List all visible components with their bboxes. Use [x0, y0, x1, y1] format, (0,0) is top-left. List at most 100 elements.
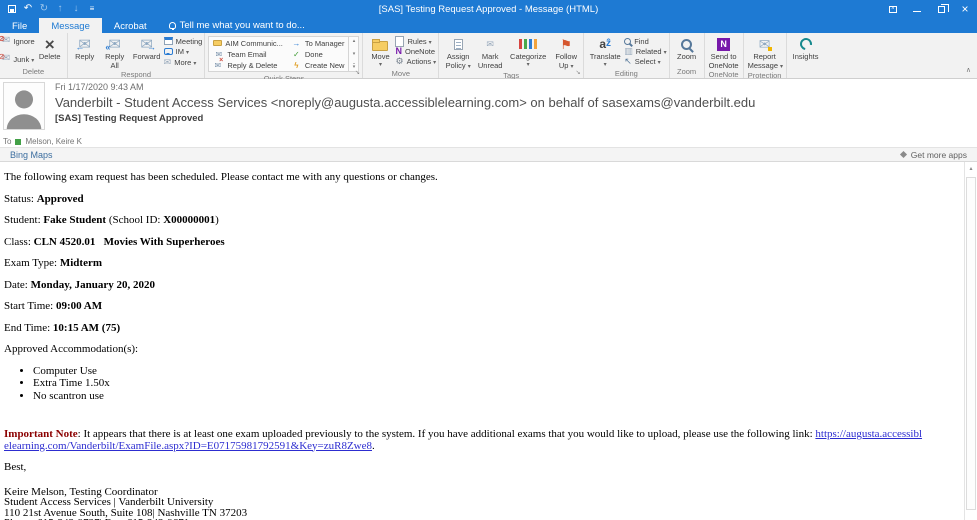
tab-file[interactable]: File	[0, 18, 39, 33]
tell-me-box[interactable]: Tell me what you want to do...	[168, 18, 305, 33]
message-header: Fri 1/17/2020 9:43 AM Vanderbilt - Stude…	[0, 79, 977, 147]
accommodation-item: Extra Time 1.50x	[33, 377, 922, 390]
collapse-ribbon-icon[interactable]	[966, 59, 971, 77]
signature-block: Keire Melson, Testing Coordinator Student…	[4, 486, 922, 520]
quick-step-item[interactable]: Create New	[291, 60, 345, 70]
select-button[interactable]: Select	[624, 56, 666, 66]
ribbon-group-onenote: Send to OneNote OneNote	[705, 33, 744, 79]
window-title: [SAS] Testing Request Approved - Message…	[378, 3, 599, 15]
follow-up-button[interactable]: Follow Up	[551, 34, 581, 71]
to-manager-arrow-icon	[291, 39, 302, 48]
delete-button[interactable]: Delete	[35, 34, 65, 67]
reply-button[interactable]: Reply	[70, 34, 100, 70]
quick-step-item[interactable]: Reply & Delete	[213, 60, 283, 70]
quick-step-label: To Manager	[304, 38, 345, 48]
zoom-button[interactable]: Zoom	[672, 34, 702, 67]
scroll-up-icon[interactable]	[965, 162, 977, 176]
quick-steps-scroll-down-icon[interactable]	[353, 51, 356, 57]
ribbon-group-zoom: Zoom Zoom	[670, 33, 705, 78]
redo-icon[interactable]	[37, 2, 51, 16]
insights-label: Insights	[792, 52, 819, 61]
ribbon-group-protection: Report Message Protection	[744, 33, 787, 80]
forward-label: Forward	[132, 52, 161, 61]
mark-unread-icon	[486, 40, 494, 49]
ignore-button[interactable]: Ignore	[2, 36, 35, 46]
body-field-line: Status: Approved	[4, 192, 84, 205]
addin-bar: Bing Maps Get more apps	[0, 147, 977, 162]
tab-acrobat[interactable]: Acrobat	[102, 18, 159, 33]
categorize-button[interactable]: Categorize	[505, 34, 551, 71]
tags-dialog-launcher-icon[interactable]	[574, 68, 582, 77]
quick-step-item[interactable]: Team Email	[213, 49, 283, 59]
quick-step-item[interactable]: AIM Communic...	[213, 38, 283, 48]
quick-steps-dialog-launcher-icon[interactable]	[353, 68, 361, 77]
get-more-apps[interactable]: Get more apps	[899, 150, 967, 160]
forward-button[interactable]: Forward	[130, 34, 164, 70]
bing-maps-addin[interactable]: Bing Maps	[10, 150, 53, 160]
quick-step-item[interactable]: To Manager	[291, 38, 345, 48]
mark-unread-button[interactable]: Mark Unread	[475, 34, 505, 71]
quick-step-label: AIM Communic...	[225, 38, 283, 48]
find-button[interactable]: Find	[624, 36, 666, 46]
assign-policy-button[interactable]: Assign Policy	[441, 34, 475, 71]
restore-icon[interactable]	[929, 0, 953, 18]
insights-button[interactable]: Insights	[789, 34, 823, 67]
ribbon-display-options-icon[interactable]	[881, 0, 905, 18]
tab-message[interactable]: Message	[39, 18, 102, 33]
onenote-button[interactable]: OneNote	[395, 46, 436, 56]
scrollbar-thumb[interactable]	[966, 177, 976, 510]
quick-step-label: Reply & Delete	[227, 60, 278, 70]
customize-quick-access-toolbar-icon[interactable]	[85, 2, 99, 16]
onenote-n-icon	[717, 37, 731, 51]
quick-access-toolbar	[0, 2, 99, 16]
close-icon[interactable]	[953, 0, 977, 18]
ribbon-group-quick-steps: AIM Communic...Team EmailReply & Delete T…	[205, 33, 364, 83]
body-field-line: Approved Accommodation(s):	[4, 343, 139, 355]
body-field-line: Exam Type: Midterm	[4, 257, 103, 269]
undo-icon[interactable]	[21, 2, 35, 16]
reply-all-label: Reply All	[105, 52, 125, 70]
actions-button[interactable]: Actions	[395, 56, 436, 66]
quick-step-item[interactable]: Done	[291, 49, 345, 59]
reply-all-button[interactable]: Reply All	[100, 34, 130, 70]
body-scrollbar[interactable]	[964, 162, 977, 520]
more-respond-button[interactable]: More	[164, 57, 203, 67]
translate-button[interactable]: Translate	[586, 34, 624, 69]
reply-icon	[78, 37, 91, 52]
zoom-group-label: Zoom	[676, 67, 697, 76]
editing-group-label: Editing	[614, 69, 638, 78]
junk-button[interactable]: Junk	[2, 54, 35, 64]
chat-bubble-icon	[163, 48, 173, 56]
accommodations-list: Computer UseExtra Time 1.50xNo scantron …	[33, 365, 922, 403]
actions-label: Actions	[407, 57, 437, 66]
ignore-icon	[2, 36, 10, 46]
translate-label: Translate	[588, 52, 622, 69]
tell-me-label: Tell me what you want to do...	[179, 20, 305, 31]
previous-item-icon[interactable]	[53, 2, 67, 16]
im-button[interactable]: IM	[163, 47, 203, 57]
save-icon[interactable]	[5, 2, 19, 16]
next-item-icon[interactable]	[69, 2, 83, 16]
report-message-button[interactable]: Report Message	[746, 34, 784, 71]
meeting-button[interactable]: Meeting	[163, 36, 202, 46]
body-fields: Status: Approved Student: Fake Student (S…	[4, 193, 922, 357]
send-to-onenote-label: Send to OneNote	[708, 52, 739, 70]
to-label: To	[3, 137, 12, 146]
rules-button[interactable]: Rules	[395, 35, 436, 47]
ribbon-group-tags: Assign Policy Mark Unread Categorize Fol…	[439, 33, 585, 80]
closing: Best,	[4, 460, 27, 473]
junk-icon	[2, 54, 10, 64]
find-label: Find	[634, 36, 649, 46]
move-button[interactable]: Move	[365, 34, 395, 69]
related-button[interactable]: Related	[624, 46, 666, 56]
quick-steps-scroll-up-icon[interactable]	[353, 38, 356, 44]
report-message-label: Report Message	[748, 52, 782, 71]
ribbon-group-respond: Reply Reply All Forward Meeting IM More …	[68, 33, 206, 79]
to-recipient[interactable]: Melson, Keire K	[25, 137, 81, 146]
minimize-icon[interactable]	[905, 0, 929, 18]
ribbon-group-insights: Insights	[787, 33, 825, 78]
send-to-onenote-button[interactable]: Send to OneNote	[707, 34, 741, 70]
ignore-label: Ignore	[13, 36, 35, 46]
message-from[interactable]: Vanderbilt - Student Access Services <no…	[55, 95, 973, 110]
categorize-label: Categorize	[507, 52, 549, 69]
